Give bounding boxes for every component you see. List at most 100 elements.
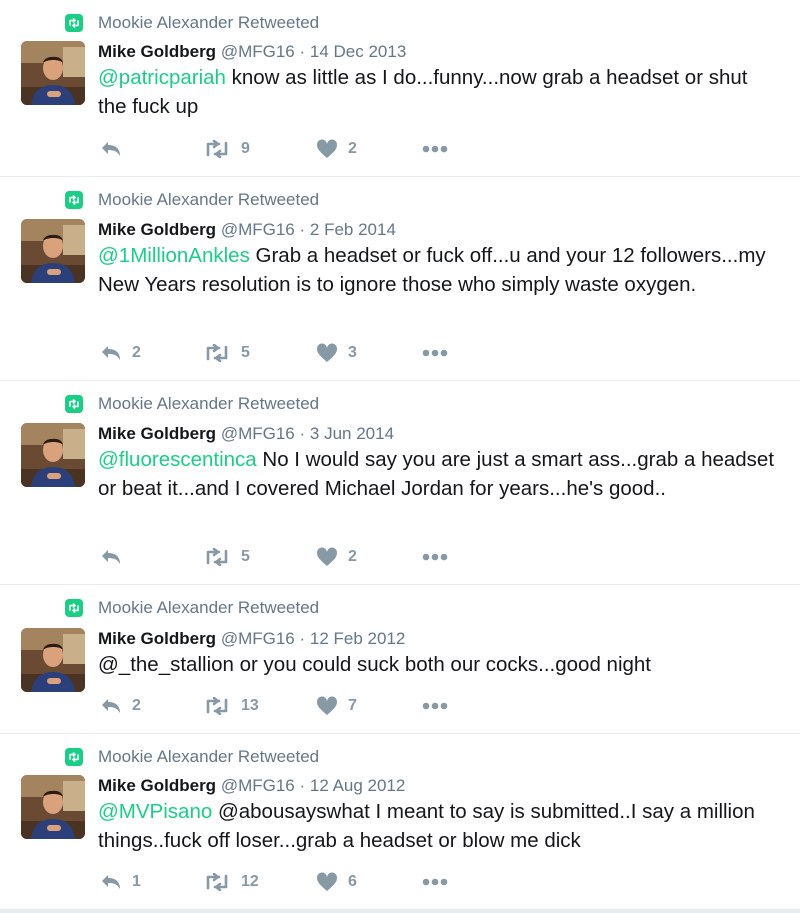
retweeted-by-label: Mookie Alexander Retweeted [98,394,320,413]
retweeted-by-label: Mookie Alexander Retweeted [98,13,320,32]
retweet-icon [206,140,228,158]
separator: · [299,42,306,61]
tweet-actions: 2 5 3 [100,341,448,365]
retweet-icon [65,14,83,32]
author-handle[interactable]: @MFG16 [221,220,295,239]
avatar[interactable] [21,423,85,487]
retweet-button[interactable]: 12 [203,873,316,891]
author-name[interactable]: Mike Goldberg [98,424,216,443]
reply-count: 2 [132,697,141,714]
tweet-body: @_the_stallion or you could suck both ou… [98,653,651,676]
mention-link[interactable]: @MVPisano [98,800,212,823]
author-name[interactable]: Mike Goldberg [98,42,216,61]
tweet-text: @patricpariah know as little as I do...f… [98,64,780,121]
more-icon [422,702,448,710]
avatar[interactable] [21,219,85,283]
tweet-date[interactable]: 14 Dec 2013 [310,42,406,61]
author-handle[interactable]: @MFG16 [221,629,295,648]
timeline: Mookie Alexander Retweeted Mike Goldberg… [0,0,800,910]
tweet-actions: 1 12 6 [100,870,448,894]
more-button[interactable] [422,878,448,886]
more-icon [422,878,448,886]
retweet-count: 5 [241,548,250,565]
avatar[interactable] [21,628,85,692]
more-button[interactable] [422,702,448,710]
tweet[interactable]: Mookie Alexander Retweeted Mike Goldberg… [0,177,800,381]
tweet[interactable]: Mookie Alexander Retweeted Mike Goldberg… [0,585,800,734]
retweet-button[interactable]: 5 [203,548,316,566]
like-count: 2 [348,548,357,565]
retweet-icon [206,873,228,891]
retweet-count: 12 [241,873,259,890]
more-button[interactable] [422,145,448,153]
more-button[interactable] [422,349,448,357]
like-count: 7 [348,697,357,714]
tweet-date[interactable]: 12 Aug 2012 [310,776,405,795]
tweet-text: @_the_stallion or you could suck both ou… [98,651,780,680]
retweet-context: Mookie Alexander Retweeted [65,189,319,211]
tweet-actions: 2 13 7 [100,694,448,718]
tweet[interactable]: Mookie Alexander Retweeted Mike Goldberg… [0,734,800,910]
more-icon [422,145,448,153]
reply-count: 2 [132,344,141,361]
tweet-actions: 9 2 [100,137,448,161]
retweet-button[interactable]: 9 [203,140,316,158]
heart-icon [316,696,338,715]
retweeted-by-label: Mookie Alexander Retweeted [98,747,320,766]
like-button[interactable]: 2 [316,547,422,567]
like-count: 2 [348,140,357,157]
avatar[interactable] [21,775,85,839]
like-count: 3 [348,344,357,361]
reply-button[interactable] [100,140,203,158]
author-name[interactable]: Mike Goldberg [98,629,216,648]
retweet-context: Mookie Alexander Retweeted [65,597,319,619]
retweet-button[interactable]: 5 [203,344,316,362]
author-handle[interactable]: @MFG16 [221,776,295,795]
author-handle[interactable]: @MFG16 [221,424,295,443]
retweet-icon [65,395,83,413]
mention-link[interactable]: @fluorescentinca [98,448,257,471]
reply-icon [102,550,120,564]
heart-icon [316,547,338,566]
reply-button[interactable]: 2 [100,344,203,362]
retweet-icon [206,697,228,715]
reply-button[interactable]: 1 [100,873,203,891]
tweet-date[interactable]: 12 Feb 2012 [310,629,405,648]
retweet-button[interactable]: 13 [203,697,316,715]
retweet-context: Mookie Alexander Retweeted [65,746,319,768]
tweet-text: @fluorescentinca No I would say you are … [98,446,780,503]
reply-icon [102,875,120,889]
tweet-date[interactable]: 2 Feb 2014 [310,220,396,239]
separator: · [299,424,306,443]
like-button[interactable]: 7 [316,696,422,716]
retweet-icon [206,344,228,362]
like-button[interactable]: 2 [316,139,422,159]
retweet-count: 9 [241,140,250,157]
heart-icon [316,139,338,158]
tweet-actions: 5 2 [100,545,448,569]
more-icon [422,349,448,357]
tweet-date[interactable]: 3 Jun 2014 [310,424,394,443]
author-name[interactable]: Mike Goldberg [98,220,216,239]
author-name[interactable]: Mike Goldberg [98,776,216,795]
separator: · [299,629,306,648]
separator: · [299,220,306,239]
reply-button[interactable] [100,548,203,566]
retweet-icon [206,548,228,566]
like-button[interactable]: 6 [316,872,422,892]
reply-icon [102,699,120,713]
reply-count: 1 [132,873,141,890]
retweet-icon [65,599,83,617]
avatar[interactable] [21,41,85,105]
like-button[interactable]: 3 [316,343,422,363]
retweet-icon [65,748,83,766]
like-count: 6 [348,873,357,890]
mention-link[interactable]: @patricpariah [98,66,226,89]
tweet[interactable]: Mookie Alexander Retweeted Mike Goldberg… [0,0,800,177]
mention-link[interactable]: @1MillionAnkles [98,244,250,267]
separator: · [299,776,306,795]
author-handle[interactable]: @MFG16 [221,42,295,61]
more-button[interactable] [422,553,448,561]
tweet[interactable]: Mookie Alexander Retweeted Mike Goldberg… [0,381,800,585]
reply-button[interactable]: 2 [100,697,203,715]
